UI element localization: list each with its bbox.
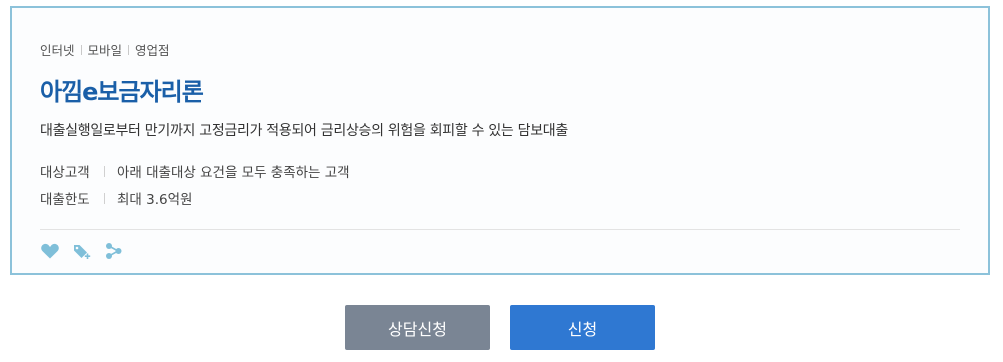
info-label: 대출한도 [40, 192, 90, 208]
info-row-limit: 대출한도 최대 3.6억원 [40, 188, 192, 208]
channel-branch: 영업점 [135, 43, 170, 58]
info-row-target: 대상고객 아래 대출대상 요건을 모두 충족하는 고객 [40, 161, 350, 181]
channel-divider [80, 44, 82, 55]
channel-internet: 인터넷 [40, 43, 75, 58]
consult-button[interactable]: 상담신청 [345, 305, 490, 350]
channel-list: 인터넷 모바일 영업점 [40, 40, 170, 59]
info-label: 대상고객 [40, 165, 90, 181]
heart-icon[interactable] [40, 242, 60, 260]
channel-mobile: 모바일 [87, 43, 123, 58]
card-divider [40, 229, 960, 230]
product-title: 아낌e보금자리론 [40, 78, 204, 106]
product-description: 대출실행일로부터 만기까지 고정금리가 적용되어 금리상승의 위험을 회피할 수… [40, 123, 568, 139]
product-card: 인터넷 모바일 영업점 아낌e보금자리론 대출실행일로부터 만기까지 고정금리가… [10, 6, 990, 275]
info-divider [104, 192, 105, 204]
info-divider [104, 165, 105, 177]
info-value: 최대 3.6억원 [117, 192, 193, 208]
info-value: 아래 대출대상 요건을 모두 충족하는 고객 [117, 165, 350, 181]
action-icons [40, 242, 124, 260]
share-icon[interactable] [104, 242, 124, 260]
tag-add-icon[interactable] [72, 242, 92, 260]
channel-divider [128, 44, 130, 55]
apply-button[interactable]: 신청 [510, 305, 655, 350]
